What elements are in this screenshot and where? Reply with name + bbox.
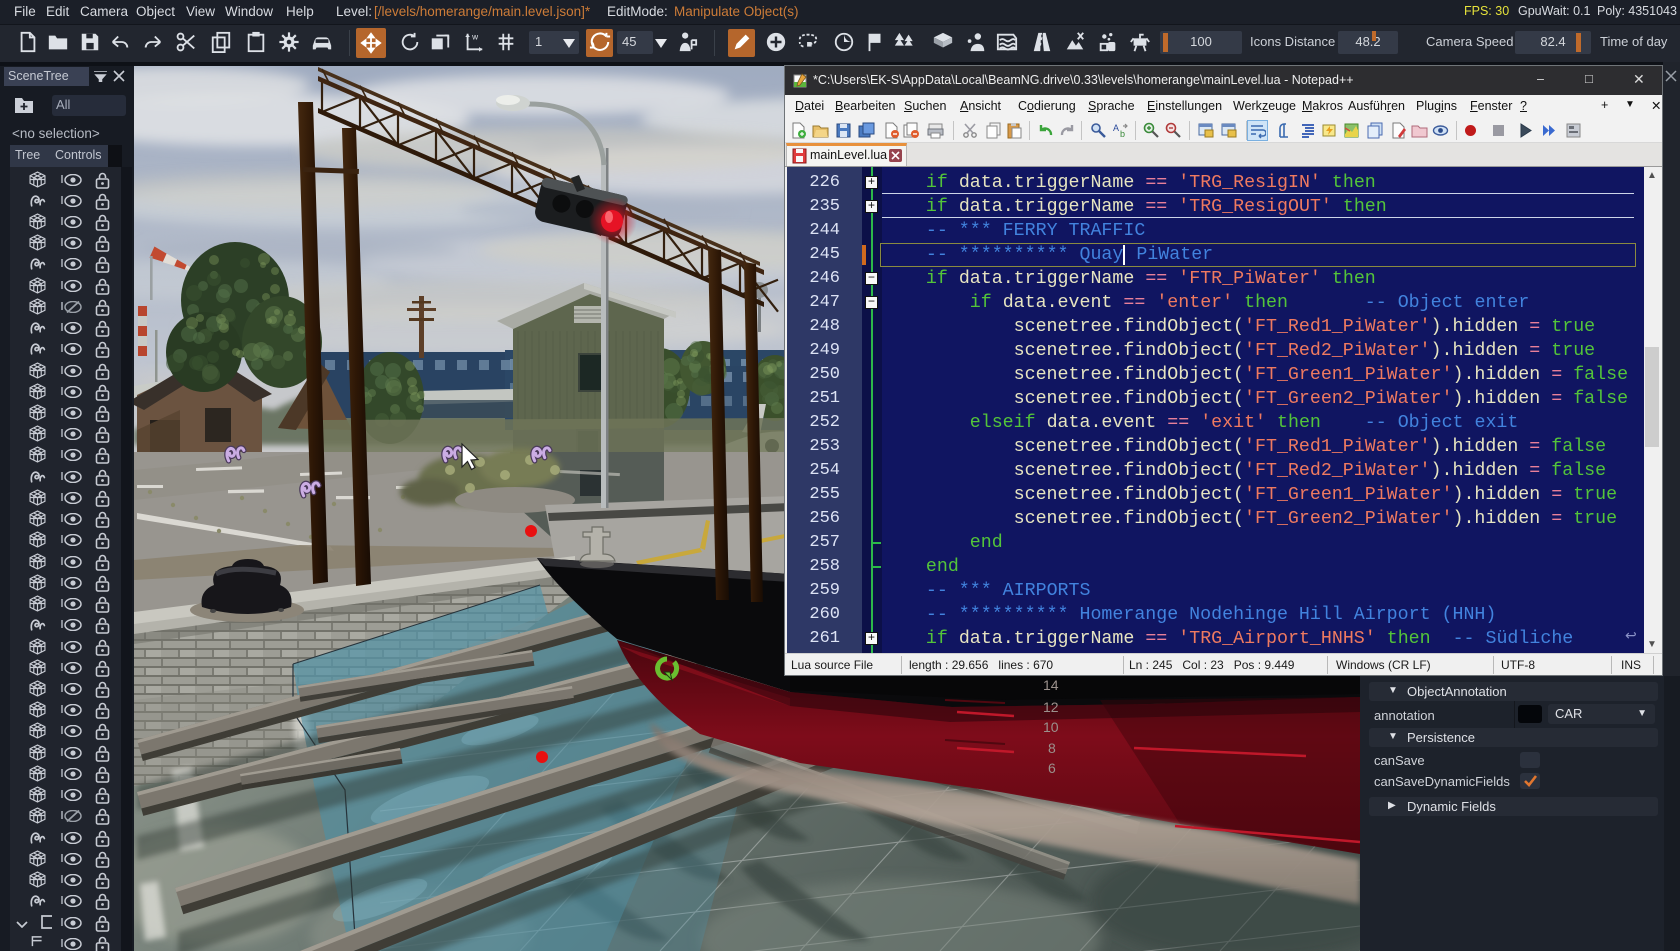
svg-text:14: 14 xyxy=(1043,677,1059,693)
svg-text:8: 8 xyxy=(1048,740,1056,756)
svg-text:w: w xyxy=(471,32,478,41)
svg-text:6: 6 xyxy=(1048,760,1056,776)
svg-text:A: A xyxy=(1113,123,1119,133)
svg-text:12: 12 xyxy=(1043,699,1059,715)
svg-text:10: 10 xyxy=(1043,719,1059,735)
svg-text:b: b xyxy=(1120,129,1125,139)
